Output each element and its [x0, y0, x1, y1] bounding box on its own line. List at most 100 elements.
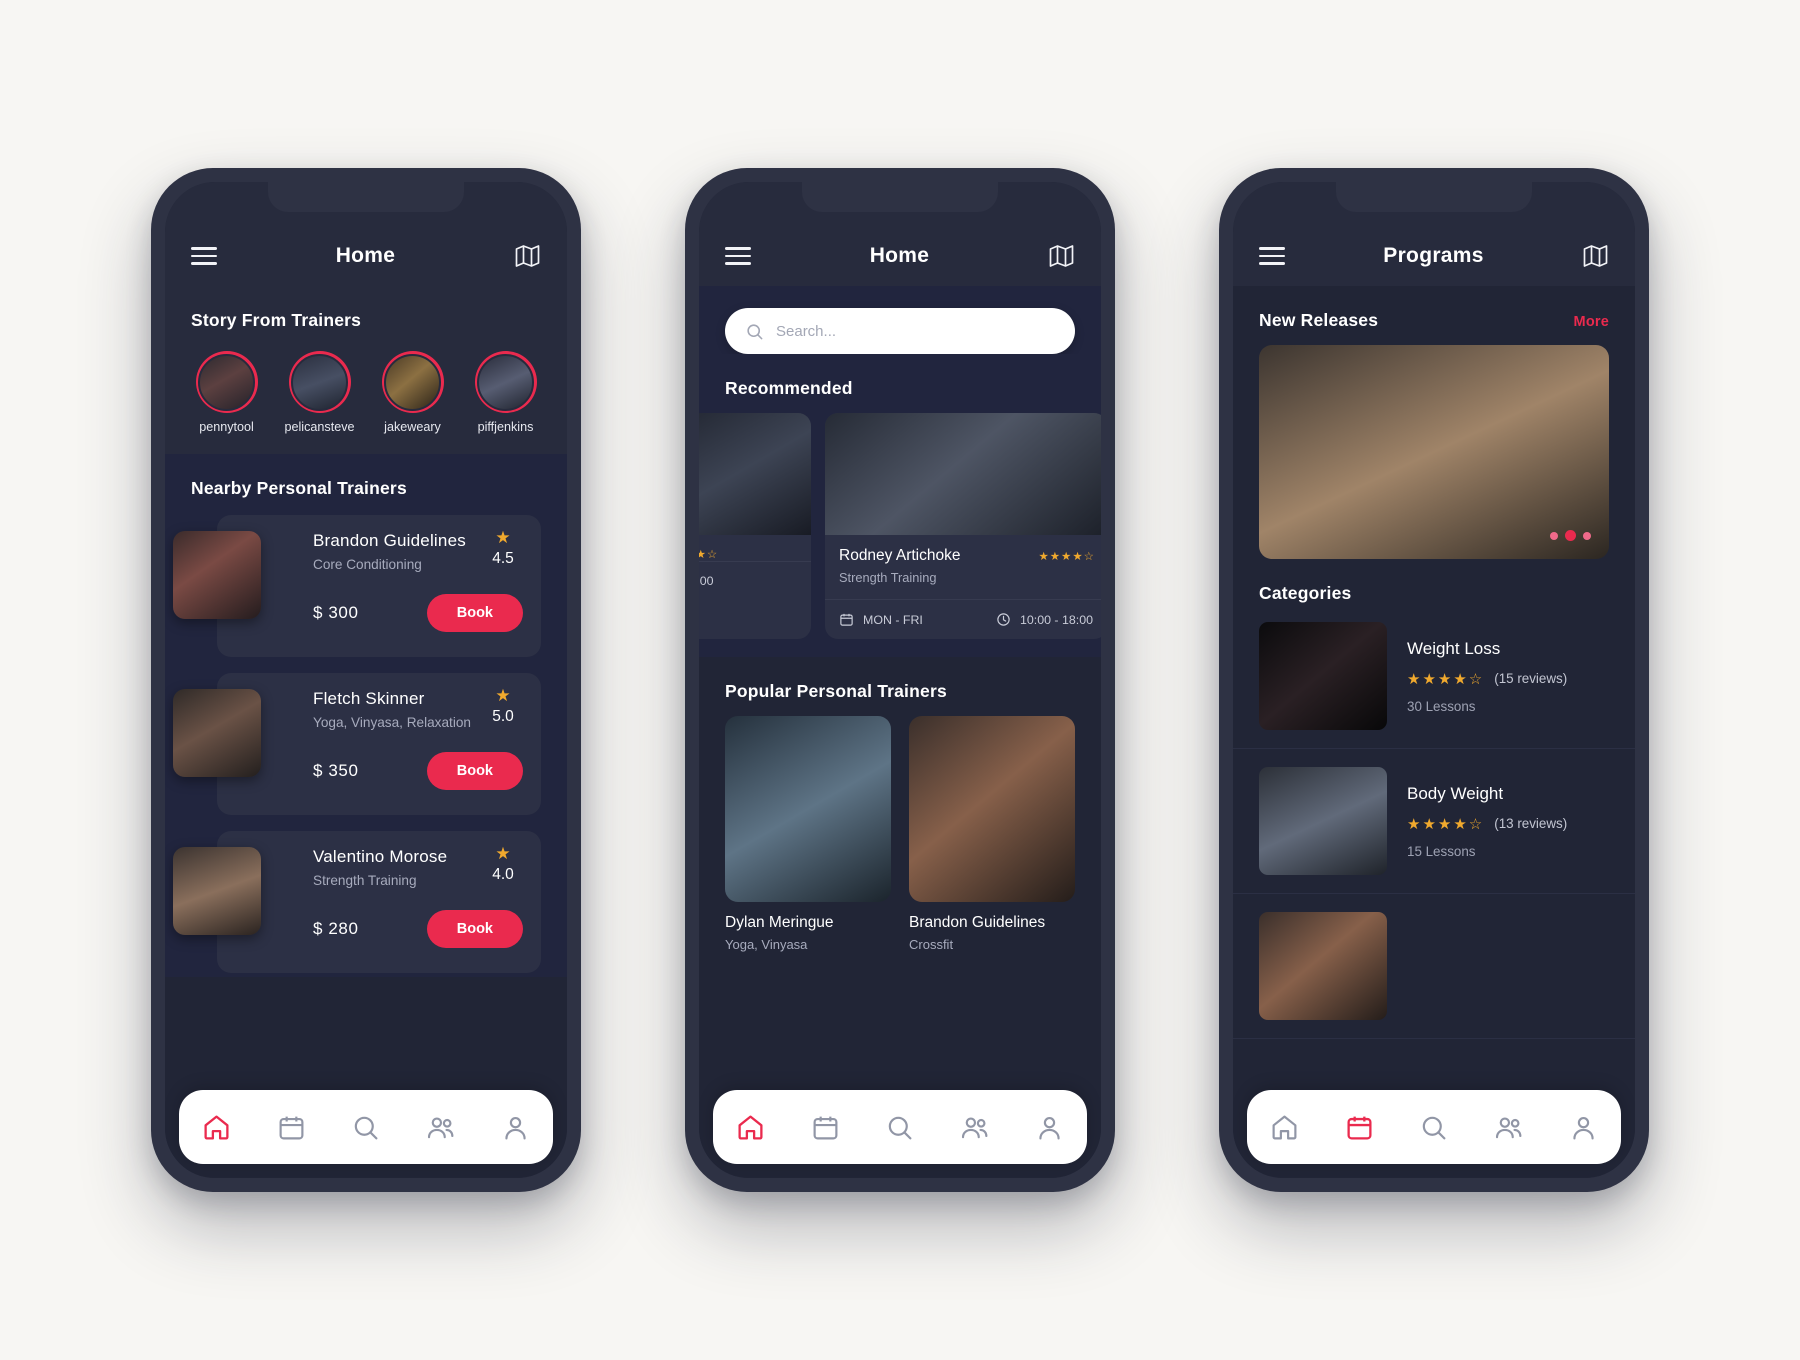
stories-list[interactable]: pennytool pelicansteve jakeweary piffjen…	[165, 331, 567, 434]
tab-people[interactable]	[1483, 1101, 1535, 1153]
hamburger-icon[interactable]	[1259, 247, 1285, 265]
bottom-nav[interactable]	[713, 1090, 1087, 1164]
scroll-body[interactable]: Recommended ★★★☆ - 18:00	[699, 286, 1101, 1178]
tab-search[interactable]	[340, 1101, 392, 1153]
story-item[interactable]: piffjenkins	[470, 351, 541, 434]
category-row[interactable]	[1233, 894, 1635, 1039]
more-link[interactable]: More	[1574, 314, 1609, 330]
card-photo	[699, 413, 811, 535]
trainer-price: $ 350	[313, 761, 359, 780]
map-icon[interactable]	[1048, 244, 1075, 268]
category-lessons: 15 Lessons	[1407, 843, 1476, 859]
tab-profile[interactable]	[1558, 1101, 1610, 1153]
book-button[interactable]: Book	[426, 910, 523, 948]
carousel-dot[interactable]	[1550, 531, 1558, 540]
star-icon: ★	[495, 844, 511, 863]
recommended-card[interactable]: ★★★★☆ Rodney Artichoke Strength Training…	[825, 413, 1101, 639]
trainer-footer: $ 280 Book	[313, 910, 523, 948]
phone-2: Home Recommended	[685, 168, 1115, 1192]
stories-title: Story From Trainers	[191, 310, 362, 330]
category-row[interactable]: Body Weight ★★★★☆ (13 reviews) 15 Lesson…	[1233, 749, 1635, 894]
category-photo	[1259, 912, 1387, 1020]
bottom-nav[interactable]	[1247, 1090, 1621, 1164]
card-name: Dylan Meringue	[725, 914, 834, 931]
popular-title: Popular Personal Trainers	[725, 681, 947, 701]
home-icon	[1272, 1115, 1297, 1139]
categories-title: Categories	[1259, 583, 1352, 603]
tab-profile[interactable]	[490, 1101, 542, 1153]
person-icon	[505, 1116, 526, 1139]
calendar-icon	[840, 613, 853, 626]
carousel-dot-active[interactable]	[1565, 530, 1576, 541]
card-time: - 18:00	[699, 574, 714, 588]
category-photo	[1259, 767, 1387, 875]
card-body: ★★★☆	[699, 535, 811, 561]
map-icon[interactable]	[1582, 244, 1609, 268]
trainer-card[interactable]: Brandon Guidelines Core Conditioning ★ 4…	[173, 515, 541, 657]
search-input[interactable]	[776, 322, 1055, 340]
map-icon[interactable]	[514, 244, 541, 268]
person-icon	[1039, 1116, 1060, 1139]
bottom-nav[interactable]	[179, 1090, 553, 1164]
book-button[interactable]: Book	[426, 752, 523, 790]
home-icon	[738, 1114, 763, 1140]
category-rating: ★★★★☆ (15 reviews)	[1407, 670, 1567, 688]
card-time: 10:00 - 18:00	[1019, 612, 1093, 627]
popular-card[interactable]: Brandon Guidelines Crossfit	[909, 716, 1075, 952]
recommended-card[interactable]: ★★★☆ - 18:00	[699, 413, 811, 639]
tab-search[interactable]	[1408, 1101, 1460, 1153]
story-item[interactable]: jakeweary	[377, 351, 448, 434]
card-schedule: MON - FRI 10:00 - 18:00	[825, 599, 1101, 639]
nearby-title: Nearby Personal Trainers	[191, 478, 407, 498]
tab-home[interactable]	[190, 1101, 242, 1153]
card-specialty: Yoga, Vinyasa	[725, 937, 808, 952]
tab-calendar[interactable]	[799, 1101, 851, 1153]
new-releases-title: New Releases	[1259, 310, 1379, 330]
tab-people[interactable]	[415, 1101, 467, 1153]
trainer-card[interactable]: Valentino Morose Strength Training ★ 4.0…	[173, 831, 541, 973]
scroll-body[interactable]: Story From Trainers pennytool pelicanste…	[165, 286, 567, 1178]
tab-calendar[interactable]	[265, 1101, 317, 1153]
carousel-dots[interactable]	[1550, 530, 1591, 541]
card-photo	[725, 716, 891, 902]
search-bar[interactable]	[725, 308, 1075, 354]
search-section	[699, 286, 1101, 354]
carousel-dot[interactable]	[1583, 531, 1591, 540]
notch	[1336, 182, 1532, 212]
card-photo	[909, 716, 1075, 902]
page-title: Home	[335, 244, 396, 267]
trainer-card[interactable]: Fletch Skinner Yoga, Vinyasa, Relaxation…	[173, 673, 541, 815]
story-label: piffjenkins	[477, 420, 534, 434]
story-item[interactable]: pelicansteve	[284, 351, 355, 434]
search-icon	[747, 323, 763, 339]
hamburger-icon[interactable]	[725, 247, 751, 265]
tab-home[interactable]	[724, 1101, 776, 1153]
category-info: Weight Loss ★★★★☆ (15 reviews) 30 Lesson…	[1407, 639, 1567, 714]
tab-profile[interactable]	[1024, 1101, 1076, 1153]
scroll-body[interactable]: New Releases More Categories Weight Loss…	[1233, 286, 1635, 1178]
category-lessons: 30 Lessons	[1407, 698, 1476, 714]
categories-section: Categories Weight Loss ★★★★☆ (15 reviews…	[1233, 559, 1635, 1039]
trainer-price: $ 300	[313, 603, 359, 622]
popular-card[interactable]: Dylan Meringue Yoga, Vinyasa	[725, 716, 891, 952]
tab-search[interactable]	[874, 1101, 926, 1153]
stories-section: Story From Trainers pennytool pelicanste…	[165, 286, 567, 454]
popular-grid: Dylan Meringue Yoga, Vinyasa Brandon Gui…	[699, 702, 1101, 952]
tab-people[interactable]	[949, 1101, 1001, 1153]
hero-carousel[interactable]	[1233, 331, 1635, 559]
notch	[268, 182, 464, 212]
phone-3: Programs New Releases More Categories We…	[1219, 168, 1649, 1192]
tab-calendar[interactable]	[1333, 1101, 1385, 1153]
page-title: Programs	[1383, 244, 1484, 267]
tab-home[interactable]	[1258, 1101, 1310, 1153]
card-name: Brandon Guidelines	[909, 914, 1046, 931]
trainer-footer: $ 350 Book	[313, 752, 523, 790]
hamburger-icon[interactable]	[191, 247, 217, 265]
recommended-carousel[interactable]: ★★★☆ - 18:00 ★★★★☆	[699, 399, 1101, 639]
story-item[interactable]: pennytool	[191, 351, 262, 434]
book-button[interactable]: Book	[426, 594, 523, 632]
category-row[interactable]: Weight Loss ★★★★☆ (15 reviews) 30 Lesson…	[1233, 604, 1635, 749]
notch	[802, 182, 998, 212]
clock-icon	[997, 613, 1010, 626]
home-icon	[204, 1114, 229, 1140]
